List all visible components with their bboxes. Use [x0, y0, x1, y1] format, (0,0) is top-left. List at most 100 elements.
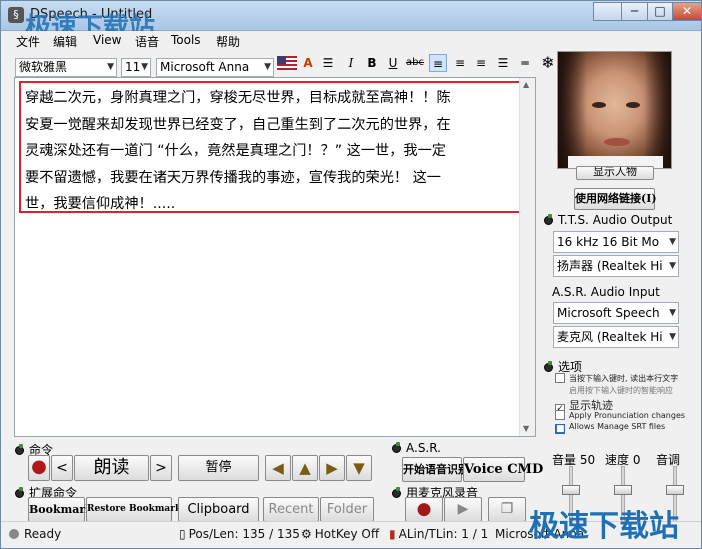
- close-button[interactable]: ✕: [672, 2, 701, 21]
- text-line: 灵魂深处还有一道门 “什么，竟然是真理之门！？” 这一世，我一定: [25, 143, 446, 159]
- checkbox-icon[interactable]: [555, 410, 565, 420]
- menu-speech[interactable]: 语音: [135, 33, 159, 50]
- gear-icon: ⚙: [301, 527, 312, 541]
- speak-button[interactable]: 朗读: [74, 455, 149, 481]
- rate-slider-thumb[interactable]: [614, 485, 632, 495]
- position-length: ▯ Pos/Len: 135 / 135: [179, 527, 300, 541]
- line-status: ▮ ALin/TLin: 1 / 1: [389, 527, 488, 541]
- status-dot-icon: [544, 361, 553, 372]
- status-dot-icon: [15, 444, 24, 455]
- text-line: 穿越二次元，身附真理之门，穿梭无尽世界，目标成就至高神！！陈: [25, 90, 451, 106]
- status-dot-icon: [544, 214, 553, 225]
- arrow-up-icon[interactable]: ▲: [292, 455, 318, 481]
- asr-engine-select[interactable]: Microsoft Speech ▼: [553, 302, 679, 324]
- asr-device-select[interactable]: 麦克风 (Realtek Hi ▼: [553, 326, 679, 348]
- language-flag-icon[interactable]: [277, 56, 297, 70]
- document-icon: ▯: [179, 527, 186, 541]
- show-avatar-button[interactable]: 显示人物: [576, 166, 654, 180]
- chevron-down-icon: ▼: [264, 62, 271, 72]
- position-length-text: Pos/Len: 135 / 135: [188, 527, 300, 541]
- minimize-button[interactable]: ─: [621, 2, 648, 21]
- record-icon[interactable]: ●: [405, 497, 443, 522]
- menu-tools[interactable]: Tools: [171, 33, 201, 47]
- align-left-icon[interactable]: ≡: [429, 54, 447, 72]
- next-sentence-button[interactable]: >: [150, 455, 172, 481]
- arrow-down-icon[interactable]: ▼: [346, 455, 372, 481]
- pitch-slider-thumb[interactable]: [666, 485, 684, 495]
- voice-select[interactable]: Microsoft Anna ▼: [156, 58, 274, 77]
- tts-format-select[interactable]: 16 kHz 16 Bit Mo ▼: [553, 231, 679, 253]
- checkbox-icon[interactable]: ■: [555, 424, 565, 434]
- font-size-select[interactable]: 11 ▼: [121, 58, 151, 77]
- option-label: Apply Pronunciation changes: [569, 411, 686, 420]
- tts-device-select[interactable]: 扬声器 (Realtek Hi ▼: [553, 255, 679, 277]
- scroll-up-icon[interactable]: ▲: [523, 80, 529, 89]
- arrow-left-icon[interactable]: ◀: [265, 455, 291, 481]
- option-smart-response[interactable]: 启用按下输入键时的智能响应: [555, 385, 673, 396]
- maximize-button[interactable]: □: [647, 2, 673, 21]
- chevron-down-icon: ▼: [669, 237, 676, 247]
- align-center-icon[interactable]: ≡: [451, 54, 469, 72]
- asr-device-value: 麦克风 (Realtek Hi: [557, 330, 663, 344]
- use-network-button[interactable]: 使用网络链接(I): [574, 188, 657, 210]
- option-label: Allows Manage SRT files: [569, 422, 666, 431]
- option-pronunciation[interactable]: Apply Pronunciation changes: [555, 410, 685, 420]
- folder-button[interactable]: Folder: [320, 497, 374, 522]
- align-right-icon[interactable]: ≡: [472, 54, 490, 72]
- arrow-right-icon[interactable]: ▶: [319, 455, 345, 481]
- font-family-select[interactable]: 微软雅黑 ▼: [15, 58, 117, 77]
- previous-sentence-button[interactable]: <: [51, 455, 73, 481]
- flag-canton: [277, 56, 286, 64]
- text-line: 世，我要信仰成神！.....: [25, 196, 176, 212]
- status-dot-icon: [392, 442, 401, 453]
- avatar-eye: [592, 102, 606, 108]
- start-asr-button[interactable]: 开始语音识别: [402, 457, 469, 482]
- text-line: 要不留遗憾，我要在诸天万界传播我的事迹，宣传我的荣光！ 这一: [25, 169, 441, 186]
- hotkey-text: HotKey Off: [314, 527, 380, 541]
- pause-button[interactable]: 暂停: [178, 455, 259, 481]
- voice-cmd-button[interactable]: Voice CMD: [463, 457, 543, 482]
- justify-icon[interactable]: ☰: [494, 54, 512, 72]
- option-read-line[interactable]: 当按下输入键时, 读出本行文字: [555, 373, 678, 384]
- font-color-icon[interactable]: A: [299, 54, 317, 72]
- strikethrough-button[interactable]: abc: [404, 54, 426, 72]
- restore-bookmarks-button[interactable]: Restore Bookmarks: [86, 497, 186, 522]
- font-size-value: 11: [125, 60, 141, 74]
- clipboard-button[interactable]: Clipboard: [178, 497, 259, 522]
- menu-file[interactable]: 文件: [16, 33, 40, 50]
- checkbox-icon[interactable]: [555, 373, 565, 383]
- editor-scrollbar[interactable]: ▲ ▼: [519, 78, 535, 436]
- chevron-down-icon: ▼: [669, 308, 676, 318]
- app-window: § DSpeech - Untitled ─ □ ✕ 极速下载站 文件 编辑 V…: [0, 0, 702, 549]
- line-status-text: ALin/TLin: 1 / 1: [398, 527, 489, 541]
- option-srt[interactable]: ■ Allows Manage SRT files: [555, 422, 665, 434]
- option-label: 启用按下输入键时的智能响应: [569, 386, 673, 395]
- menu-view[interactable]: View: [93, 33, 121, 47]
- scroll-down-icon[interactable]: ▼: [523, 424, 529, 433]
- text-editor[interactable]: 穿越二次元，身附真理之门，穿梭无尽世界，目标成就至高神！！陈 安夏一觉醒来却发现…: [14, 77, 536, 437]
- font-family-value: 微软雅黑: [19, 60, 68, 74]
- save-recording-icon[interactable]: ❐: [488, 497, 526, 522]
- chevron-down-icon: ▼: [669, 332, 676, 342]
- menu-edit[interactable]: 编辑: [53, 33, 77, 50]
- asr-group-title: A.S.R. Audio Input: [552, 285, 660, 299]
- option-label: 当按下输入键时, 读出本行文字: [569, 374, 679, 383]
- snowflake-icon[interactable]: ❄: [539, 54, 557, 72]
- underline-button[interactable]: U: [384, 54, 402, 72]
- stop-icon[interactable]: ●: [28, 455, 50, 481]
- volume-slider-thumb[interactable]: [562, 485, 580, 495]
- play-icon[interactable]: ▶: [444, 497, 482, 522]
- bold-button[interactable]: B: [363, 54, 381, 72]
- line-spacing-icon[interactable]: ═: [516, 54, 534, 72]
- ready-indicator: Ready: [9, 527, 61, 541]
- list-icon[interactable]: ☰: [319, 54, 337, 72]
- volume-label: 音量 50: [552, 453, 596, 467]
- app-logo-icon: §: [8, 7, 24, 23]
- tts-group-title: T.T.S. Audio Output: [544, 213, 672, 227]
- italic-button[interactable]: I: [342, 54, 360, 72]
- recent-button[interactable]: Recent: [263, 497, 319, 522]
- chevron-down-icon: ▼: [669, 261, 676, 271]
- bookmarks-button[interactable]: Bookmarks: [28, 497, 99, 522]
- chevron-down-icon: ▼: [141, 62, 148, 72]
- menu-help[interactable]: 帮助: [216, 33, 240, 50]
